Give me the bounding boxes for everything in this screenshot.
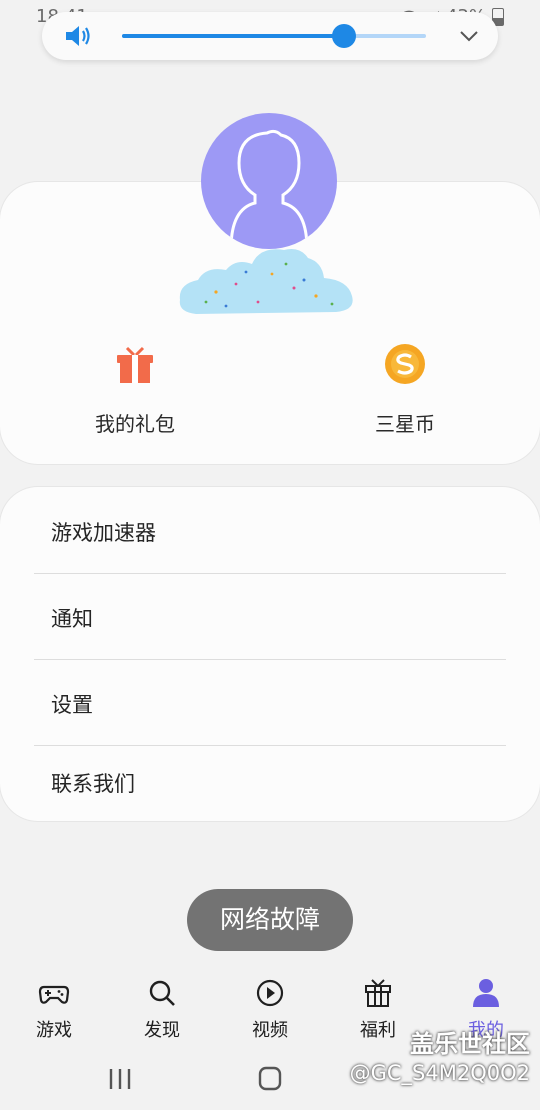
watermark: 盖乐世社区 @GC_S4M2Q0O2	[350, 1024, 530, 1085]
watermark-handle: @GC_S4M2Q0O2	[349, 1061, 530, 1085]
nav-label: 视频	[252, 1020, 288, 1041]
samsung-coin-label: 三星币	[375, 412, 435, 436]
nav-item-video[interactable]: 视频	[216, 972, 324, 1042]
nav-item-games[interactable]: 游戏	[0, 972, 108, 1042]
menu-item-game-booster[interactable]: 游戏加速器	[34, 487, 506, 574]
gift-icon	[365, 979, 391, 1007]
search-icon	[149, 980, 175, 1006]
play-icon	[256, 979, 284, 1007]
volume-panel	[42, 12, 498, 60]
volume-thumb[interactable]	[331, 24, 356, 48]
volume-slider[interactable]	[122, 24, 426, 48]
nav-item-discover[interactable]: 发现	[108, 972, 216, 1042]
menu-item-notifications[interactable]: 通知	[34, 573, 506, 660]
person-icon	[473, 979, 499, 1007]
avatar[interactable]	[201, 113, 337, 249]
speaker-icon[interactable]	[64, 24, 94, 48]
nav-label: 游戏	[36, 1020, 72, 1041]
samsung-coin-button[interactable]: 三星币	[330, 342, 480, 437]
volume-fill	[122, 34, 344, 38]
gift-icon	[117, 346, 153, 383]
menu-item-label: 设置	[51, 693, 93, 717]
my-gift-pack-button[interactable]: 我的礼包	[60, 342, 210, 437]
recent-apps-icon[interactable]	[100, 1064, 140, 1094]
chevron-down-icon[interactable]	[458, 26, 480, 46]
menu-item-label: 联系我们	[51, 772, 135, 796]
menu-item-label: 游戏加速器	[51, 521, 156, 545]
network-error-toast: 网络故障	[187, 889, 353, 951]
menu-item-settings[interactable]: 设置	[34, 659, 506, 746]
default-avatar-icon	[229, 129, 309, 249]
menu-item-label: 通知	[51, 607, 93, 631]
menu-item-contact-us[interactable]: 联系我们	[34, 738, 506, 824]
home-icon[interactable]	[250, 1064, 290, 1094]
gift-pack-label: 我的礼包	[95, 412, 175, 436]
redaction-overlay	[179, 249, 353, 314]
samsung-coin-icon	[385, 344, 425, 384]
gamepad-icon	[38, 985, 70, 1004]
nav-label: 发现	[144, 1020, 180, 1041]
watermark-title: 盖乐世社区	[410, 1030, 530, 1058]
